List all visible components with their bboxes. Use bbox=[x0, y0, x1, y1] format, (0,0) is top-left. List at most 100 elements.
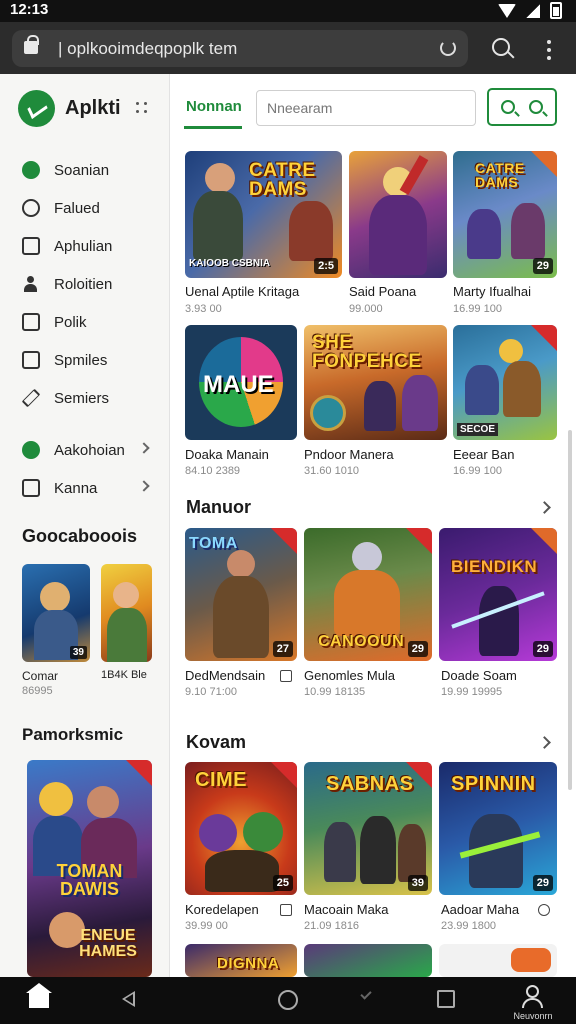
url-text[interactable]: | oplkooimdeqpoplk tem bbox=[58, 39, 237, 59]
game-title: Genomles Mula bbox=[304, 668, 396, 683]
rating-badge: 29 bbox=[532, 641, 553, 657]
user-icon bbox=[526, 985, 539, 998]
sidebar-item-spmiles[interactable]: Spmiles bbox=[22, 346, 162, 374]
sidebar-game-card[interactable]: 39 bbox=[22, 564, 90, 662]
reload-icon[interactable] bbox=[440, 40, 456, 56]
back-icon[interactable] bbox=[122, 991, 135, 1007]
game-card[interactable] bbox=[349, 151, 447, 278]
bookmark-icon[interactable] bbox=[280, 904, 292, 916]
sidebar-item-falued[interactable]: Falued bbox=[22, 194, 162, 222]
game-card[interactable]: SPINNIN 29 bbox=[439, 762, 557, 895]
game-card[interactable]: TOMA 27 bbox=[185, 528, 297, 661]
rating-badge: 27 bbox=[272, 641, 293, 657]
scrollbar[interactable] bbox=[568, 430, 572, 790]
game-meta: 3.93 00 bbox=[185, 303, 222, 315]
chevron-right-icon[interactable] bbox=[538, 501, 551, 514]
search-input[interactable]: Nneearam bbox=[256, 90, 476, 126]
game-card[interactable]: SECOE bbox=[453, 325, 557, 440]
game-title: Pndoor Manera bbox=[304, 447, 394, 462]
sidebar-section-heading: Pamorksmic bbox=[22, 725, 124, 744]
main-content: Nonnan Nneearam CATRE DAMS KAIOOB CSBNIA… bbox=[170, 74, 576, 977]
check-icon[interactable] bbox=[360, 988, 372, 1000]
game-card[interactable] bbox=[304, 944, 432, 977]
game-meta: 39.99 00 bbox=[185, 920, 228, 932]
recents-icon[interactable] bbox=[437, 990, 455, 1008]
game-meta: 99.000 bbox=[349, 303, 383, 315]
game-title: Eeear Ban bbox=[453, 447, 515, 462]
lock-icon[interactable] bbox=[24, 35, 39, 54]
game-card[interactable]: CATRE DAMS 29 bbox=[453, 151, 557, 278]
list-icon bbox=[22, 351, 40, 369]
document-icon bbox=[22, 313, 40, 331]
sidebar-item-kanna[interactable]: Kanna bbox=[22, 474, 162, 502]
more-menu-icon[interactable] bbox=[547, 40, 551, 60]
card-art-subtitle: SECOE bbox=[457, 423, 499, 436]
sidebar-section-heading: Goocabooois bbox=[22, 526, 138, 546]
account-button[interactable]: Neuvonrn bbox=[513, 983, 553, 1023]
address-bar[interactable]: | oplkooimdeqpoplk tem bbox=[12, 30, 468, 67]
sidebar-item-label: Aakohoian bbox=[54, 441, 125, 459]
game-card[interactable]: SHE FONPEHCE bbox=[304, 325, 447, 440]
chevron-right-icon[interactable] bbox=[538, 736, 551, 749]
tab-nonnan[interactable]: Nonnan bbox=[186, 98, 242, 115]
sticker-art bbox=[511, 948, 551, 972]
sidebar-card-title: Comar bbox=[22, 669, 59, 683]
sidebar-item-label: Roloitien bbox=[54, 275, 113, 293]
card-art-title: CATRE DAMS bbox=[475, 160, 525, 190]
sidebar-item-polik[interactable]: Polik bbox=[22, 308, 162, 336]
account-label: Neuvonrn bbox=[513, 1011, 553, 1021]
person-icon bbox=[22, 275, 40, 293]
sidebar-item-soanian[interactable]: Soanian bbox=[22, 156, 162, 184]
more-icon[interactable] bbox=[538, 904, 550, 916]
rating-badge: 29 bbox=[532, 258, 553, 274]
game-title: Macoain Maka bbox=[304, 902, 389, 917]
game-title: Koredelapen bbox=[185, 902, 259, 917]
game-title: Said Poana bbox=[349, 284, 417, 299]
sidebar-item-label: Kanna bbox=[54, 479, 98, 497]
browser-toolbar: | oplkooimdeqpoplk tem bbox=[0, 22, 576, 74]
game-emblem-art bbox=[310, 395, 346, 431]
game-card[interactable]: SABNAS 39 bbox=[304, 762, 432, 895]
bookmark-icon[interactable] bbox=[280, 670, 292, 682]
game-title: Marty Ifualhai bbox=[453, 284, 532, 299]
game-meta: 16.99 100 bbox=[453, 465, 502, 477]
home-icon[interactable] bbox=[26, 983, 52, 1008]
card-art-title: CIME bbox=[195, 769, 247, 791]
search-icon bbox=[529, 100, 543, 114]
game-card[interactable]: CIME 25 bbox=[185, 762, 297, 895]
sidebar-item-aakohoian[interactable]: Aakohoian bbox=[22, 436, 162, 464]
rating-badge: 2:5 bbox=[314, 258, 338, 274]
game-meta: 21.09 1816 bbox=[304, 920, 360, 932]
sidebar-game-card[interactable] bbox=[101, 564, 152, 662]
brand[interactable]: Aplkti bbox=[18, 90, 121, 127]
game-card[interactable]: CANOOUN 29 bbox=[304, 528, 432, 661]
card-art-title: TOMA bbox=[189, 535, 238, 552]
sidebar-item-aphulian[interactable]: Aphulian bbox=[22, 232, 162, 260]
game-card[interactable] bbox=[439, 944, 557, 977]
game-card[interactable]: BIENDIKN 29 bbox=[439, 528, 557, 661]
bag-icon bbox=[22, 479, 40, 497]
home-circle-icon[interactable] bbox=[278, 990, 298, 1010]
sidebar-item-semiers[interactable]: Semiers bbox=[21, 384, 162, 412]
character-art bbox=[87, 786, 119, 818]
game-title: DedMendsain bbox=[185, 668, 266, 683]
sidebar-item-label: Falued bbox=[54, 199, 100, 217]
search-button[interactable] bbox=[487, 88, 557, 126]
section-title: Kovam bbox=[186, 732, 247, 752]
game-card[interactable]: CATRE DAMS KAIOOB CSBNIA 2:5 bbox=[185, 151, 342, 278]
rating-badge: 25 bbox=[272, 875, 293, 891]
brand-logo-icon bbox=[18, 90, 55, 127]
card-art-title: CANOOUN bbox=[318, 633, 405, 650]
bottom-navigation: Neuvonrn bbox=[0, 977, 576, 1024]
game-card[interactable]: MAUE bbox=[185, 325, 297, 440]
game-meta: 84.10 2389 bbox=[185, 465, 241, 477]
battery-icon bbox=[550, 2, 562, 19]
card-art-subtitle: KAIOOB CSBNIA bbox=[189, 258, 271, 269]
game-card[interactable]: DIGNNA bbox=[185, 944, 297, 977]
grid-dots-icon[interactable] bbox=[136, 102, 150, 116]
new-ribbon bbox=[126, 760, 152, 786]
sidebar-item-roloitien[interactable]: Roloitien bbox=[22, 270, 162, 298]
status-bar: 12:13 bbox=[0, 0, 576, 22]
sidebar-promo-banner[interactable]: TOMAN DAWIS ENEUE HAMES bbox=[27, 760, 152, 977]
pencil-icon bbox=[21, 388, 41, 408]
